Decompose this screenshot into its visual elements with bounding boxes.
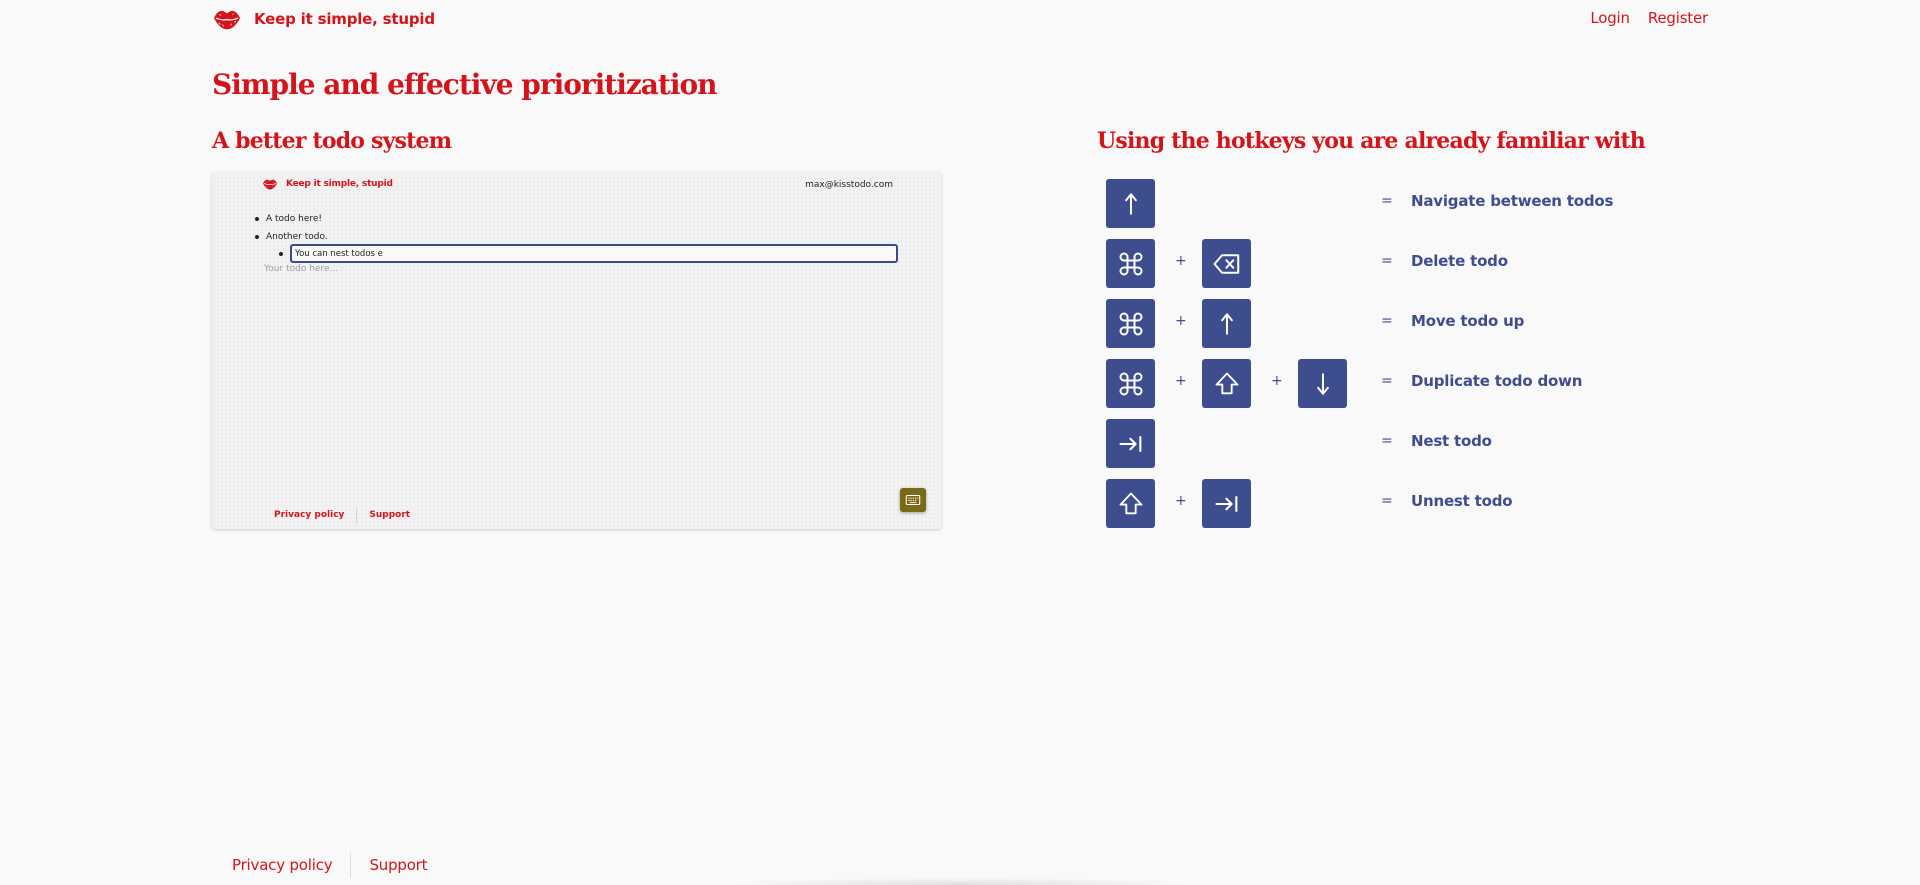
site-header: Keep it simple, stupid Login Register: [212, 0, 1708, 38]
backspace-icon: [1212, 249, 1242, 279]
bottom-shadow: [720, 878, 1200, 885]
command-icon: [1117, 310, 1145, 338]
key-tab: [1106, 419, 1155, 468]
plus-sign: +: [1271, 373, 1283, 389]
header-nav: Login Register: [1590, 9, 1708, 27]
site-footer: Privacy policy Support: [232, 852, 428, 878]
divider: [356, 507, 358, 523]
hotkey-row-move-up: + = Move todo up: [1106, 299, 1666, 348]
key-arrow-down: [1298, 359, 1347, 408]
plus-sign: +: [1175, 373, 1187, 389]
hotkey-row-nest: = Nest todo: [1106, 419, 1666, 468]
arrow-up-icon: [1214, 311, 1240, 337]
preview-brand: Keep it simple, stupid: [262, 177, 393, 191]
preview-nested-todo: [279, 244, 898, 263]
shift-icon: [1213, 370, 1241, 398]
bullet-icon: [255, 235, 259, 239]
hotkey-description: Unnest todo: [1411, 492, 1513, 510]
key-shift: [1202, 359, 1251, 408]
keyboard-icon: [904, 491, 922, 509]
bullet-icon: [279, 251, 283, 256]
privacy-policy-link[interactable]: Privacy policy: [232, 856, 333, 874]
key-arrow-up: [1106, 179, 1155, 228]
arrow-up-icon: [1118, 191, 1144, 217]
plus-sign: +: [1175, 313, 1187, 329]
lips-icon: [262, 177, 278, 191]
register-link[interactable]: Register: [1648, 9, 1708, 27]
equals-sign: =: [1381, 253, 1393, 269]
hotkey-description: Move todo up: [1411, 312, 1525, 330]
preview-footer: Privacy policy Support: [274, 507, 410, 523]
hotkey-description: Navigate between todos: [1411, 192, 1614, 210]
equals-sign: =: [1381, 493, 1393, 509]
preview-keyboard-button: [900, 488, 926, 512]
preview-privacy-link: Privacy policy: [274, 510, 345, 520]
equals-sign: =: [1381, 433, 1393, 449]
brand-link[interactable]: Keep it simple, stupid: [212, 6, 435, 32]
shift-icon: [1117, 490, 1145, 518]
page-title: Simple and effective prioritization: [212, 68, 718, 101]
key-backspace: [1202, 239, 1251, 288]
hotkey-row-duplicate: + + = Duplicate todo down: [1106, 359, 1666, 408]
hotkey-description: Duplicate todo down: [1411, 372, 1583, 390]
preview-todo-list: A todo here! Another todo.: [255, 210, 328, 246]
plus-sign: +: [1175, 253, 1187, 269]
todo-text: A todo here!: [266, 214, 323, 224]
preview-brand-name: Keep it simple, stupid: [286, 179, 393, 189]
preview-user-email: max@kisstodo.com: [805, 180, 893, 190]
tab-icon: [1213, 490, 1241, 518]
login-link[interactable]: Login: [1590, 9, 1630, 27]
hotkey-row-unnest: + = Unnest todo: [1106, 479, 1666, 528]
list-item: A todo here!: [255, 210, 328, 228]
hotkeys-heading: Using the hotkeys you are already famili…: [1097, 128, 1646, 154]
arrow-down-icon: [1310, 371, 1336, 397]
tab-icon: [1117, 430, 1145, 458]
key-shift: [1106, 479, 1155, 528]
divider: [350, 852, 352, 878]
equals-sign: =: [1381, 313, 1393, 329]
hotkey-description: Nest todo: [1411, 432, 1492, 450]
plus-sign: +: [1175, 493, 1187, 509]
key-tab: [1202, 479, 1251, 528]
preview-support-link: Support: [369, 510, 411, 520]
preview-todo-input: [290, 244, 898, 263]
key-command: [1106, 239, 1155, 288]
todo-system-heading: A better todo system: [212, 128, 452, 154]
app-preview: Keep it simple, stupid max@kisstodo.com …: [212, 172, 941, 529]
bullet-icon: [255, 217, 259, 221]
support-link[interactable]: Support: [369, 856, 427, 874]
brand-name: Keep it simple, stupid: [254, 10, 435, 28]
command-icon: [1117, 370, 1145, 398]
lips-icon: [212, 6, 242, 32]
hotkey-description: Delete todo: [1411, 252, 1508, 270]
hotkey-row-delete: + = Delete todo: [1106, 239, 1666, 288]
equals-sign: =: [1381, 193, 1393, 209]
key-command: [1106, 359, 1155, 408]
command-icon: [1117, 250, 1145, 278]
key-command: [1106, 299, 1155, 348]
todo-text: Another todo.: [266, 232, 328, 242]
preview-todo-placeholder: Your todo here...: [264, 264, 339, 274]
equals-sign: =: [1381, 373, 1393, 389]
hotkey-row-navigate: = Navigate between todos: [1106, 179, 1666, 228]
key-arrow-up: [1202, 299, 1251, 348]
